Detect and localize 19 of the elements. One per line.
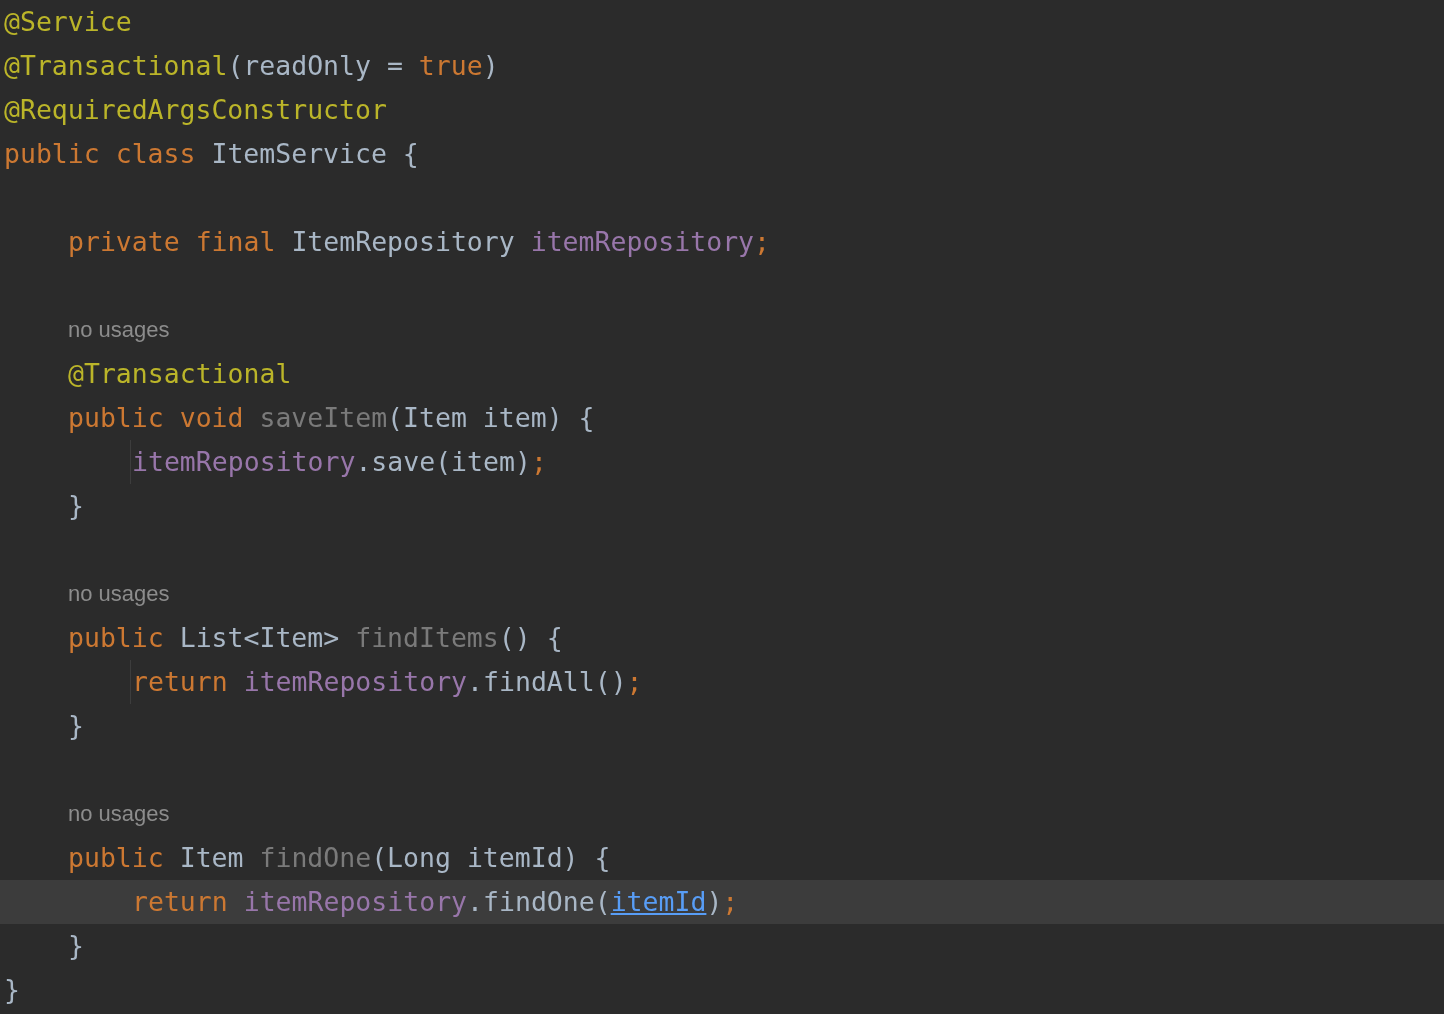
code-line: }	[68, 489, 85, 523]
code-line: private final ItemRepository itemRepository;	[68, 225, 772, 259]
code-line: public class ItemService {	[4, 137, 420, 171]
code-line: public Item findOne(Long itemId) {	[68, 841, 612, 875]
code-line: }	[68, 709, 85, 743]
code-line: @RequiredArgsConstructor	[4, 93, 388, 127]
code-line: return itemRepository.findAll();	[132, 665, 644, 699]
code-line: @Transactional	[68, 357, 293, 391]
code-line: @Transactional(readOnly = true)	[4, 49, 500, 83]
usage-hint: no usages	[68, 316, 170, 344]
code-line: }	[68, 929, 85, 963]
code-line: @Service	[4, 5, 133, 39]
code-line: public List<Item> findItems() {	[68, 621, 564, 655]
usage-hint: no usages	[68, 800, 170, 828]
code-line: }	[4, 973, 21, 1007]
code-line: itemRepository.save(item);	[132, 445, 548, 479]
identifier-link[interactable]: itemId	[610, 886, 707, 917]
code-line: public void saveItem(Item item) {	[68, 401, 596, 435]
usage-hint: no usages	[68, 580, 170, 608]
